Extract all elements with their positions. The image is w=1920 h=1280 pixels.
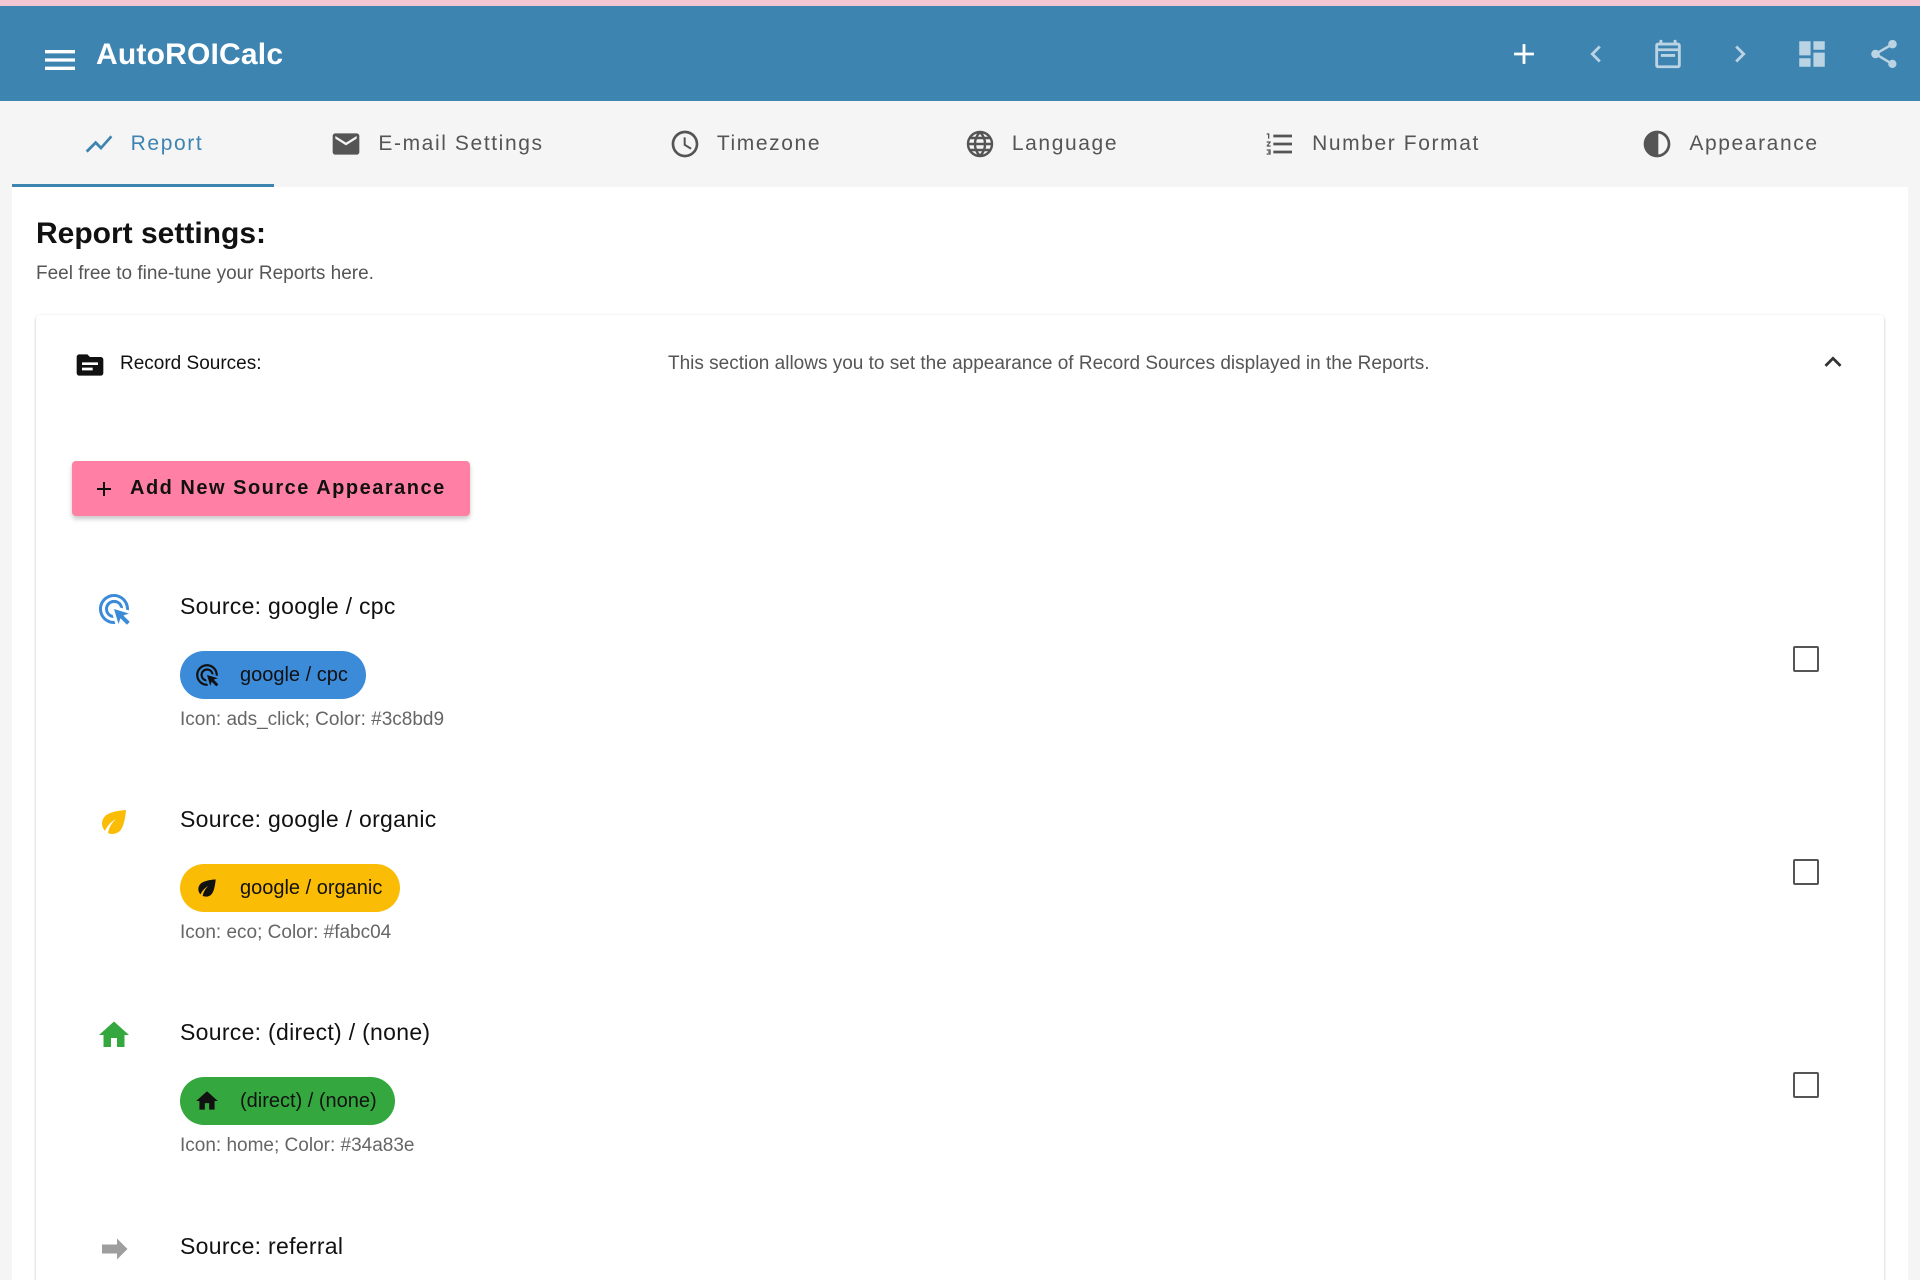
tab-timezone[interactable]: Timezone xyxy=(600,101,890,187)
plus-icon xyxy=(1514,43,1534,64)
source-item: Source: referral xyxy=(36,1223,1884,1280)
eco-icon xyxy=(198,879,216,897)
source-item: Source: google / cpc google / cpc Icon: … xyxy=(36,583,1884,783)
source-folder-icon xyxy=(76,354,104,376)
ads-click-icon xyxy=(196,664,219,687)
page-title: Report settings: xyxy=(36,217,267,250)
tab-report-label: Report xyxy=(130,132,204,155)
app-title: AutoROICalc xyxy=(96,38,284,71)
contrast-icon xyxy=(1644,130,1671,158)
source-meta: Icon: ads_click; Color: #3c8bd9 xyxy=(180,709,445,730)
home-icon xyxy=(99,1021,129,1047)
home-icon xyxy=(196,1091,218,1110)
source-chip-label: (direct) / (none) xyxy=(240,1089,377,1112)
ads-click-icon xyxy=(99,594,130,625)
source-item: Source: google / organic google / organi… xyxy=(36,796,1884,996)
eco-icon xyxy=(101,810,126,834)
source-select-checkbox[interactable] xyxy=(1793,859,1819,885)
next-period-button[interactable] xyxy=(1704,18,1776,90)
source-title: Source: google / organic xyxy=(180,806,437,832)
tab-appearance[interactable]: Appearance xyxy=(1552,101,1908,187)
report-settings-content: Report settings: Feel free to fine-tune … xyxy=(12,187,1908,1280)
tab-number-format[interactable]: Number Format xyxy=(1192,101,1552,187)
source-select-checkbox[interactable] xyxy=(1793,1072,1819,1098)
page-subtitle: Feel free to fine-tune your Reports here… xyxy=(36,263,374,284)
tab-timezone-label: Timezone xyxy=(716,132,822,155)
tab-email-settings-label: E-mail Settings xyxy=(378,132,544,155)
source-title: Source: (direct) / (none) xyxy=(180,1019,431,1045)
source-meta: Icon: home; Color: #34a83e xyxy=(180,1135,415,1156)
record-sources-description: This section allows you to set the appea… xyxy=(668,353,1430,374)
tab-language-label: Language xyxy=(1011,132,1119,155)
menu-icon[interactable] xyxy=(40,40,80,80)
record-sources-title: Record Sources: xyxy=(120,353,262,374)
record-sources-panel: Record Sources: This section allows you … xyxy=(36,315,1884,1280)
arrow-forward-icon xyxy=(102,1238,128,1260)
tab-number-format-label: Number Format xyxy=(1312,132,1480,155)
app-bar: AutoROICalc xyxy=(0,6,1920,101)
globe-icon xyxy=(966,130,994,158)
add-new-source-appearance-button[interactable]: Add New Source Appearance xyxy=(72,461,470,516)
chevron-right-icon xyxy=(1735,45,1746,62)
tab-appearance-label: Appearance xyxy=(1689,132,1819,155)
app-bar-actions xyxy=(1488,6,1920,101)
record-sources-panel-header[interactable]: Record Sources: This section allows you … xyxy=(36,315,1884,411)
dashboard-button[interactable] xyxy=(1776,18,1848,90)
source-title: Source: referral xyxy=(180,1233,344,1259)
mail-icon xyxy=(333,133,360,155)
source-meta: Icon: eco; Color: #fabc04 xyxy=(180,922,392,943)
source-select-checkbox[interactable] xyxy=(1793,646,1819,672)
chevron-left-icon xyxy=(1590,45,1601,62)
format-list-numbered-icon xyxy=(1266,133,1293,155)
chevron-up-icon[interactable] xyxy=(1816,345,1850,379)
clock-icon xyxy=(671,130,699,158)
plus-icon xyxy=(97,481,111,496)
calendar-button[interactable] xyxy=(1632,18,1704,90)
settings-tabs: Report E-mail Settings Timezone Language… xyxy=(12,101,1908,187)
share-button[interactable] xyxy=(1848,18,1920,90)
source-chip-label: google / cpc xyxy=(240,663,348,686)
source-chip-preview[interactable]: google / organic xyxy=(180,864,401,912)
trending-up-icon xyxy=(85,135,113,153)
dashboard-icon xyxy=(1799,40,1825,67)
share-icon xyxy=(1871,39,1897,68)
add-button[interactable] xyxy=(1488,18,1560,90)
source-chip-label: google / organic xyxy=(240,876,383,899)
add-new-source-appearance-label: Add New Source Appearance xyxy=(130,477,446,499)
tab-email-settings[interactable]: E-mail Settings xyxy=(274,101,600,187)
calendar-icon xyxy=(1655,39,1681,68)
previous-period-button[interactable] xyxy=(1560,18,1632,90)
source-item: Source: (direct) / (none) (direct) / (no… xyxy=(36,1009,1884,1209)
source-chip-preview[interactable]: google / cpc xyxy=(180,651,366,699)
source-title: Source: google / cpc xyxy=(180,593,396,619)
source-chip-preview[interactable]: (direct) / (none) xyxy=(180,1077,395,1125)
tab-language[interactable]: Language xyxy=(890,101,1192,187)
tab-report[interactable]: Report xyxy=(12,101,274,187)
